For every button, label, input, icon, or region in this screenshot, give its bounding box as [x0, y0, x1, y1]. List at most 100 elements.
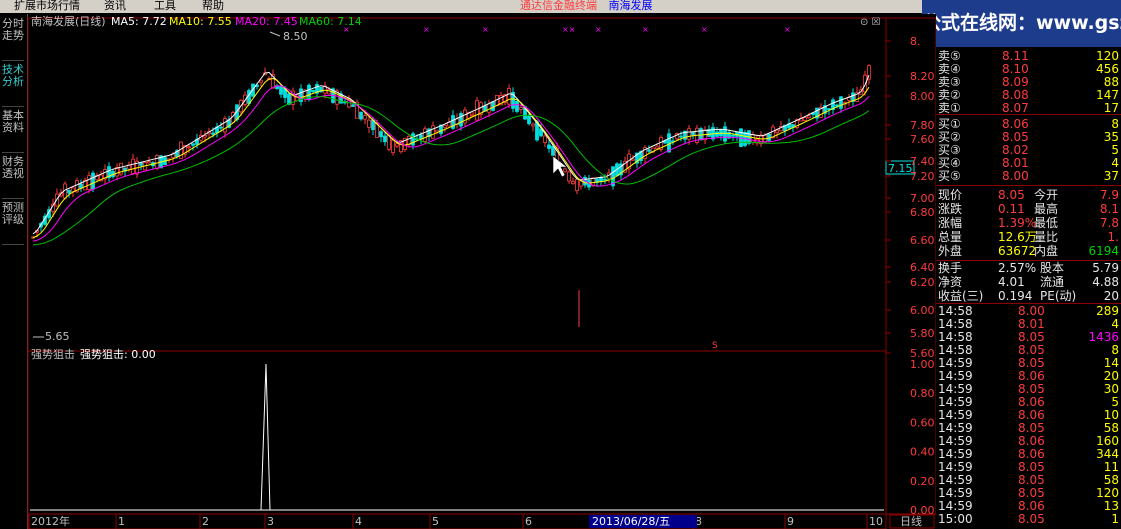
quote-label: 现价 [938, 188, 963, 202]
menu-item-info[interactable]: 资讯 [104, 0, 126, 12]
quote-value: 7.8 [1099, 216, 1119, 230]
quote-label: 涨幅 [938, 216, 963, 230]
signal-s-marker: S [712, 341, 718, 351]
candle-body [519, 107, 523, 110]
candle-body [423, 128, 427, 142]
svg-text:×: × [423, 25, 430, 34]
candle-body [731, 134, 735, 137]
quote-row: 现价 8.05 今开 7.9 [936, 189, 1121, 202]
candle-body [395, 143, 399, 147]
fin-row: 净资 4.01 流通 4.88 [936, 276, 1121, 289]
svg-text:×: × [642, 25, 649, 34]
chart-options-icon[interactable]: ⊙ ☒ [860, 17, 881, 28]
candle-body [487, 103, 491, 113]
indicator-tick: 0.80 [910, 387, 935, 400]
candle-body [383, 135, 387, 143]
quote-value: 8.1 [1099, 202, 1119, 216]
tick-volume: 1 [1111, 512, 1119, 526]
menu-item-tools[interactable]: 工具 [154, 0, 176, 12]
price-tick: 7.00 [910, 192, 935, 205]
candle-body [655, 146, 659, 149]
stock-name-title: 南海发展 [608, 0, 653, 12]
candle-body [191, 143, 195, 146]
time-cursor-label: 2013/06/28/五 [592, 515, 670, 528]
menu-item-market[interactable]: 扩展市场行情 [14, 0, 80, 12]
candle-body [775, 129, 779, 134]
period-button-label: 日线 [900, 514, 922, 528]
quote-label: 最低 [1034, 216, 1059, 230]
fin-value: 2.57% [998, 261, 1037, 275]
svg-text:×: × [595, 25, 602, 34]
candle-body [379, 131, 383, 138]
fin-value: 20 [1103, 289, 1119, 303]
fin-row: 换手 2.57% 股本 5.79 [936, 262, 1121, 275]
fin-row: 收益(三) 0.194 PE(动) 20 [936, 290, 1121, 303]
indicator-value: 强势狙击: 0.00 [80, 348, 156, 361]
svg-text:×: × [784, 25, 791, 34]
fin-value: 0.194 [998, 289, 1033, 303]
quote-value: 1.39% [998, 216, 1037, 230]
fin-value: 5.79 [1092, 261, 1119, 275]
candle-body [647, 149, 651, 152]
price-tick: 6.20 [910, 276, 935, 289]
time-tick: 2 [202, 515, 209, 528]
candle-body [155, 155, 159, 169]
tick-price: 8.05 [1018, 512, 1045, 526]
price-tick: 6.00 [910, 304, 935, 317]
candle-body [435, 129, 439, 133]
watermark-banner: 公式在线网：www.gszx.com.cn [922, 0, 1121, 47]
candle-body [367, 119, 371, 128]
price-tick: 6.40 [910, 261, 935, 274]
candle-body [807, 115, 811, 119]
chart-title: 南海发展(日线) [31, 14, 106, 28]
fin-value: 4.01 [998, 275, 1025, 289]
quote-row: 涨幅 1.39% 最低 7.8 [936, 217, 1121, 230]
quote-label: 涨跌 [938, 202, 963, 216]
bid-row: 买⑤ 8.00 37 [936, 170, 1121, 183]
quote-value: 8.05 [998, 188, 1025, 202]
candle-body [391, 139, 395, 153]
candle-body [491, 101, 495, 111]
svg-text:××: ×× [562, 25, 575, 34]
candle-body [219, 126, 223, 129]
time-tick: 5 [432, 515, 439, 528]
quote-row: 外盘 63672 内盘 6194 [936, 245, 1121, 258]
fin-label: 换手 [938, 261, 963, 275]
quote-value: 12.6万 [998, 230, 1037, 244]
bid-volume: 37 [1103, 169, 1119, 183]
candle-body [839, 96, 843, 109]
tick-time: 15:00 [938, 512, 973, 526]
candle-body [543, 135, 547, 143]
candle-body [515, 100, 519, 112]
candle-body [691, 131, 695, 136]
svg-text:×: × [701, 25, 708, 34]
price-tick: 7.20 [910, 170, 935, 183]
candle-body [563, 168, 567, 173]
fin-label: 收益(三) [938, 289, 984, 303]
ma5-label: MA5: 7.72 [111, 15, 167, 28]
time-axis-bar [27, 513, 887, 529]
ma60-label: MA60: 7.14 [299, 15, 362, 28]
candle-body [571, 181, 575, 185]
candle-body [507, 88, 511, 105]
candle-body [359, 111, 363, 120]
candle-body [443, 125, 447, 129]
current-price-label: 7.15 [888, 162, 913, 175]
candle-body [91, 172, 95, 190]
candle-body [603, 178, 607, 181]
quote-value: 1. [1107, 230, 1119, 244]
bid-price: 8.00 [1002, 169, 1029, 183]
fin-label: 净资 [938, 275, 963, 289]
quote-row: 总量 12.6万 量比 1. [936, 231, 1121, 244]
quote-label: 今开 [1034, 188, 1059, 202]
menu-item-help[interactable]: 帮助 [202, 0, 224, 12]
price-tick: 5.80 [910, 327, 935, 340]
candle-body [87, 175, 91, 190]
quote-label: 外盘 [938, 244, 963, 258]
kline-chart[interactable]: 南海发展(日线) MA5: 7.72 MA10: 7.55 MA20: 7.45… [0, 14, 936, 529]
quote-value: 6194 [1088, 244, 1119, 258]
candle-body [547, 144, 551, 149]
quote-label: 最高 [1034, 202, 1059, 216]
candle-body [67, 189, 71, 194]
time-tick: 3 [267, 515, 274, 528]
